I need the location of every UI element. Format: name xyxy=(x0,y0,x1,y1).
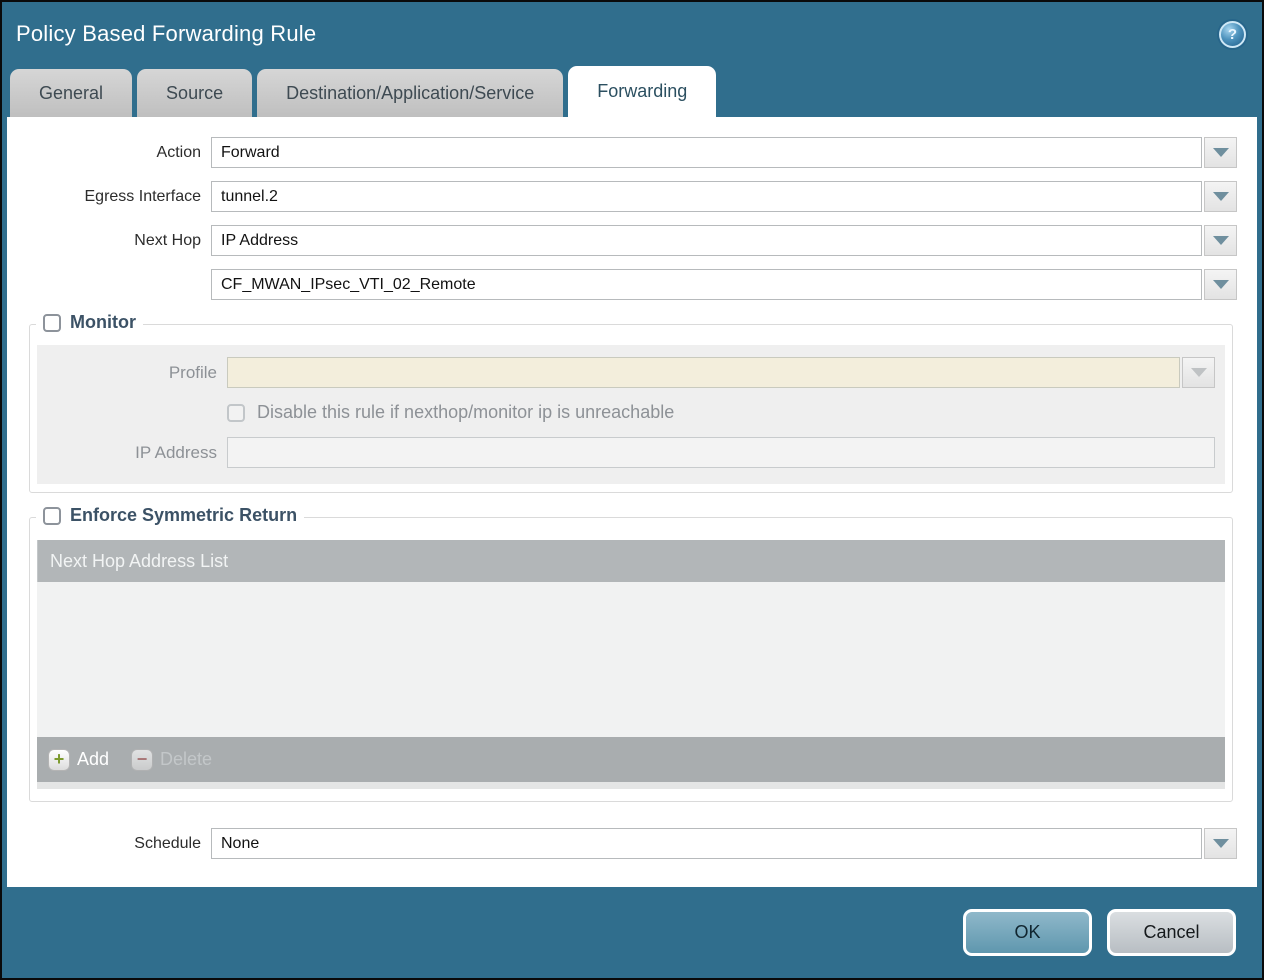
schedule-row: Schedule None xyxy=(25,828,1237,859)
tab-destination-application-service[interactable]: Destination/Application/Service xyxy=(257,69,563,117)
disable-rule-label: Disable this rule if nexthop/monitor ip … xyxy=(257,402,674,423)
add-button[interactable]: + Add xyxy=(48,749,109,771)
monitor-legend-label: Monitor xyxy=(70,312,136,333)
table-bottom-strip xyxy=(37,782,1225,789)
cancel-button[interactable]: Cancel xyxy=(1107,909,1236,956)
next-hop-dropdown-button[interactable] xyxy=(1204,225,1237,256)
enforce-symmetric-return-section: Enforce Symmetric Return Next Hop Addres… xyxy=(29,517,1233,802)
next-hop-type-select[interactable]: IP Address xyxy=(211,225,1202,256)
action-dropdown-button[interactable] xyxy=(1204,137,1237,168)
next-hop-address-list-body xyxy=(37,582,1225,737)
schedule-label: Schedule xyxy=(25,835,211,853)
tab-source[interactable]: Source xyxy=(137,69,252,117)
next-hop-address-list-table: Next Hop Address List + Add − Delete xyxy=(37,540,1225,789)
forwarding-tab-panel: Action Forward Egress Interface tunnel.2… xyxy=(7,117,1257,887)
chevron-down-icon xyxy=(1191,368,1207,377)
chevron-down-icon xyxy=(1213,839,1229,848)
delete-button-label: Delete xyxy=(160,749,212,770)
dialog-title: Policy Based Forwarding Rule xyxy=(16,21,316,47)
tab-bar: General Source Destination/Application/S… xyxy=(2,66,1262,117)
profile-select xyxy=(227,357,1180,388)
enforce-legend: Enforce Symmetric Return xyxy=(36,505,304,526)
monitor-panel: Profile Disable this rule if nexthop/mon… xyxy=(37,345,1225,484)
monitor-checkbox[interactable] xyxy=(43,314,61,332)
chevron-down-icon xyxy=(1213,192,1229,201)
chevron-down-icon xyxy=(1213,236,1229,245)
dialog-footer: OK Cancel xyxy=(2,887,1262,978)
monitor-section: Monitor Profile Disable this rule if nex… xyxy=(29,324,1233,493)
enforce-legend-label: Enforce Symmetric Return xyxy=(70,505,297,526)
next-hop-address-dropdown-button[interactable] xyxy=(1204,269,1237,300)
egress-interface-label: Egress Interface xyxy=(25,188,211,206)
help-icon[interactable]: ? xyxy=(1219,21,1246,48)
next-hop-label: Next Hop xyxy=(25,232,211,250)
profile-dropdown-button xyxy=(1182,357,1215,388)
monitor-ip-address-label: IP Address xyxy=(37,443,227,463)
tab-general[interactable]: General xyxy=(10,69,132,117)
minus-icon: − xyxy=(131,749,153,771)
monitor-ip-address-row: IP Address xyxy=(37,437,1215,468)
enforce-symmetric-return-checkbox[interactable] xyxy=(43,507,61,525)
monitor-ip-address-input xyxy=(227,437,1215,468)
chevron-down-icon xyxy=(1213,148,1229,157)
next-hop-address-select[interactable]: CF_MWAN_IPsec_VTI_02_Remote xyxy=(211,269,1202,300)
action-row: Action Forward xyxy=(25,137,1237,168)
ok-button[interactable]: OK xyxy=(963,909,1092,956)
plus-icon: + xyxy=(48,749,70,771)
tab-forwarding[interactable]: Forwarding xyxy=(568,66,716,117)
profile-label: Profile xyxy=(37,363,227,383)
monitor-legend: Monitor xyxy=(36,312,143,333)
egress-interface-row: Egress Interface tunnel.2 xyxy=(25,181,1237,212)
profile-row: Profile xyxy=(37,357,1215,388)
next-hop-address-list-header: Next Hop Address List xyxy=(37,540,1225,582)
add-button-label: Add xyxy=(77,749,109,770)
chevron-down-icon xyxy=(1213,280,1229,289)
action-select[interactable]: Forward xyxy=(211,137,1202,168)
dialog-titlebar: Policy Based Forwarding Rule ? xyxy=(2,2,1262,66)
action-label: Action xyxy=(25,144,211,162)
delete-button: − Delete xyxy=(131,749,212,771)
schedule-select[interactable]: None xyxy=(211,828,1202,859)
egress-interface-dropdown-button[interactable] xyxy=(1204,181,1237,212)
egress-interface-select[interactable]: tunnel.2 xyxy=(211,181,1202,212)
policy-based-forwarding-dialog: Policy Based Forwarding Rule ? General S… xyxy=(0,0,1264,980)
disable-rule-checkbox xyxy=(227,404,245,422)
next-hop-address-row: CF_MWAN_IPsec_VTI_02_Remote xyxy=(25,269,1237,300)
schedule-dropdown-button[interactable] xyxy=(1204,828,1237,859)
table-toolbar: + Add − Delete xyxy=(37,737,1225,782)
disable-rule-row: Disable this rule if nexthop/monitor ip … xyxy=(37,402,1215,423)
next-hop-row: Next Hop IP Address xyxy=(25,225,1237,256)
